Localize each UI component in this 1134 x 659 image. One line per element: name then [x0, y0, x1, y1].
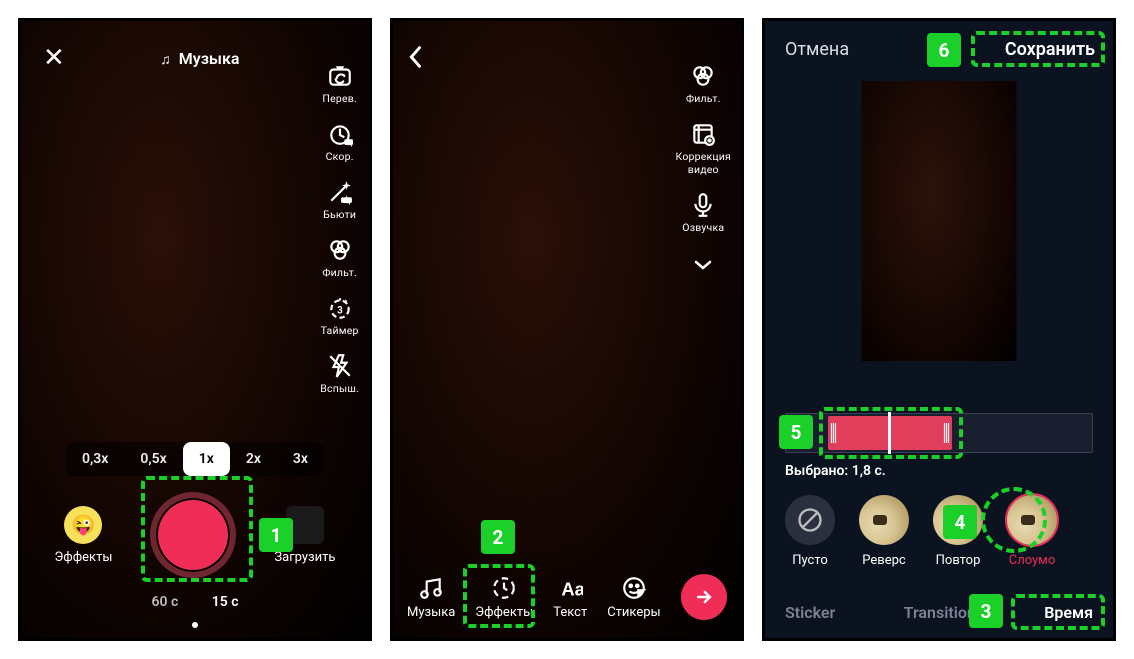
- marker-1: 1: [259, 518, 293, 552]
- screen-record: ✕ Музыка Перев. ON Скор. ON Бьюти Фильт.…: [18, 18, 372, 641]
- record-button[interactable]: [150, 492, 236, 578]
- right-handle[interactable]: [946, 423, 947, 443]
- effect-reverse[interactable]: Реверс: [859, 495, 909, 568]
- music-note-icon: [160, 49, 171, 68]
- chevron-down-icon: [694, 259, 712, 271]
- speed-0-3x[interactable]: 0,3x: [66, 442, 124, 476]
- pager-dot: [192, 622, 198, 628]
- dur-60[interactable]: 60 c: [151, 594, 178, 610]
- music-label: Музыка: [179, 49, 240, 68]
- video-correction-button[interactable]: Коррекция видео: [676, 121, 731, 176]
- speed-0-5x[interactable]: 0,5x: [124, 442, 182, 476]
- speed-button[interactable]: ON Скор.: [326, 121, 354, 163]
- filters-button[interactable]: Фильт.: [322, 237, 357, 279]
- record-row: 😜 Эффекты Загрузить: [21, 492, 369, 578]
- text-icon: Aa: [557, 575, 583, 601]
- svg-text:ON: ON: [343, 199, 350, 204]
- flip-icon: [327, 63, 353, 89]
- header: ✕ Музыка: [21, 21, 369, 73]
- music-button[interactable]: Музыка: [407, 575, 455, 620]
- playhead[interactable]: [888, 412, 891, 454]
- dur-15[interactable]: 15 c: [212, 594, 239, 610]
- effects-emoji-icon: 😜: [64, 506, 102, 544]
- mic-icon: [690, 192, 716, 218]
- effect-slowmo[interactable]: Слоумо: [1007, 495, 1057, 568]
- effects-clock-icon: [491, 575, 517, 601]
- timer-icon: 3: [327, 295, 353, 321]
- right-toolbar: Фильт. Коррекция видео Озвучка: [676, 63, 731, 275]
- speed-selector: 0,3x 0,5x 1x 2x 3x: [66, 442, 324, 476]
- pick-music-button[interactable]: Музыка: [160, 49, 239, 68]
- time-effects-row: Пусто Реверс Повтор Слоумо: [785, 495, 1093, 568]
- effect-none[interactable]: Пусто: [785, 495, 835, 568]
- effects-button[interactable]: Эффекты: [475, 575, 533, 620]
- marker-2: 2: [481, 520, 515, 554]
- timer-button[interactable]: 3 Таймер: [321, 295, 359, 337]
- voiceover-button[interactable]: Озвучка: [682, 192, 724, 234]
- left-handle[interactable]: [833, 423, 834, 443]
- effects-button[interactable]: 😜 Эффекты: [55, 506, 113, 565]
- selected-duration: Выбрано: 1,8 с.: [785, 463, 886, 479]
- text-button[interactable]: Aa Текст: [553, 575, 587, 620]
- svg-text:Aa: Aa: [562, 579, 584, 600]
- tab-transition[interactable]: Transition: [904, 603, 976, 622]
- duration-selector[interactable]: 60 c 15 c: [21, 594, 369, 610]
- reverse-thumb: [859, 495, 909, 545]
- wand-icon: ON: [327, 179, 353, 205]
- speed-2x[interactable]: 2x: [230, 442, 277, 476]
- chevron-left-icon: [409, 45, 423, 69]
- slowmo-thumb: [1007, 495, 1057, 545]
- filters-icon: [690, 63, 716, 89]
- timeline[interactable]: [785, 413, 1093, 453]
- cancel-button[interactable]: Отмена: [785, 39, 849, 60]
- svg-text:3: 3: [337, 305, 343, 316]
- screen-effects-editor: Отмена Сохранить Выбрано: 1,8 с. Пусто Р…: [762, 18, 1116, 641]
- close-icon[interactable]: ✕: [43, 43, 65, 73]
- screen-edit: Фильт. Коррекция видео Озвучка Музыка Эф…: [390, 18, 744, 641]
- stickers-button[interactable]: Стикеры: [607, 575, 660, 620]
- sticker-icon: [621, 575, 647, 601]
- svg-text:ON: ON: [345, 141, 352, 146]
- beauty-button[interactable]: ON Бьюти: [323, 179, 356, 221]
- marker-3: 3: [969, 594, 1003, 628]
- filters-icon: [327, 237, 353, 263]
- filters-button[interactable]: Фильт.: [686, 63, 721, 105]
- back-button[interactable]: [409, 45, 423, 73]
- speed-1x[interactable]: 1x: [183, 442, 230, 476]
- speed-icon: ON: [327, 121, 353, 147]
- tab-sticker[interactable]: Sticker: [785, 603, 835, 622]
- flip-camera-button[interactable]: Перев.: [322, 63, 357, 105]
- arrow-right-icon: [694, 587, 714, 607]
- bottom-edit-row: Музыка Эффекты Aa Текст Стикеры: [407, 574, 727, 620]
- video-preview: [862, 81, 1017, 361]
- crop-icon: [690, 121, 716, 147]
- marker-5: 5: [779, 415, 813, 449]
- flash-button[interactable]: Вспыш.: [320, 353, 359, 395]
- marker-6: 6: [927, 33, 961, 67]
- flash-off-icon: [327, 353, 353, 379]
- tab-time[interactable]: Время: [1044, 603, 1093, 622]
- right-toolbar: Перев. ON Скор. ON Бьюти Фильт. 3 Таймер…: [320, 63, 359, 395]
- save-button[interactable]: Сохранить: [1005, 39, 1095, 60]
- music-icon: [418, 575, 444, 601]
- effect-category-tabs: Sticker Transition Время: [785, 603, 1093, 622]
- next-button[interactable]: [681, 574, 727, 620]
- none-icon: [785, 495, 835, 545]
- marker-4: 4: [943, 505, 977, 539]
- expand-tools[interactable]: [694, 256, 712, 275]
- speed-3x[interactable]: 3x: [277, 442, 324, 476]
